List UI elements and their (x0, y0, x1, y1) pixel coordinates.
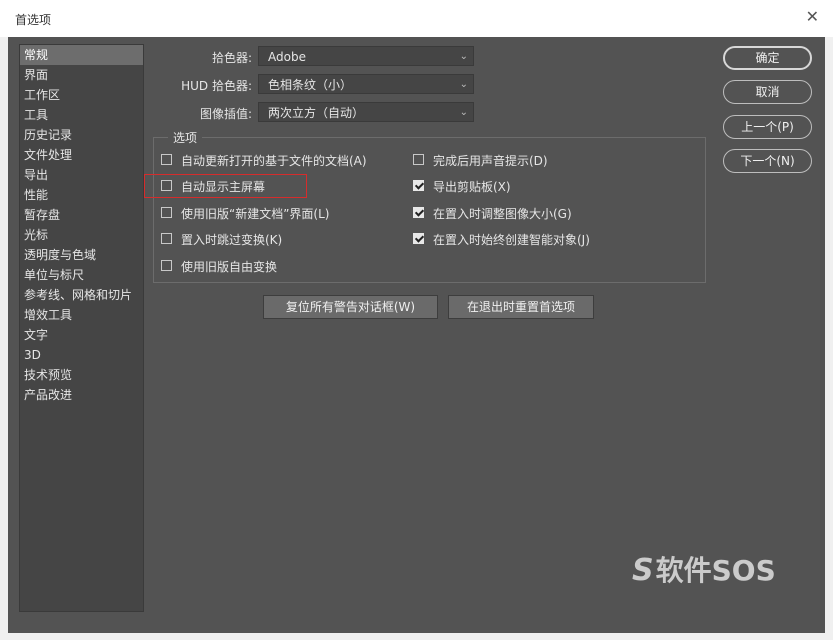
interpolation-value: 两次立方（自动） (268, 106, 365, 120)
chevron-down-icon: ⌄ (459, 51, 468, 62)
chevron-down-icon: ⌄ (459, 107, 468, 118)
sidebar-item-technology-previews[interactable]: 技术预览 (20, 365, 143, 385)
checkbox-checked[interactable] (413, 207, 424, 218)
sidebar-item-units-rulers[interactable]: 单位与标尺 (20, 265, 143, 285)
checkbox[interactable] (413, 154, 424, 165)
interpolation-select[interactable]: 两次立方（自动） ⌄ (258, 102, 474, 122)
sidebar-item-performance[interactable]: 性能 (20, 185, 143, 205)
sidebar-item-transparency-gamut[interactable]: 透明度与色域 (20, 245, 143, 265)
checkbox[interactable] (161, 207, 172, 218)
option-label: 自动显示主屏幕 (181, 180, 266, 194)
color-picker-select[interactable]: Adobe ⌄ (258, 46, 474, 66)
checkbox[interactable] (161, 180, 172, 191)
option-label: 自动更新打开的基于文件的文档(A) (181, 154, 367, 168)
checkbox-checked[interactable] (413, 233, 424, 244)
option-label: 在置入时调整图像大小(G) (433, 207, 572, 221)
sidebar-item-workspace[interactable]: 工作区 (20, 85, 143, 105)
next-button[interactable]: 下一个(N) (723, 149, 812, 173)
window-border-left (0, 37, 8, 640)
color-picker-value: Adobe (268, 50, 306, 64)
prev-button[interactable]: 上一个(P) (723, 115, 812, 139)
watermark-text: 软件SOS (655, 554, 776, 587)
sidebar-item-tools[interactable]: 工具 (20, 105, 143, 125)
color-picker-label: 拾色器: (211, 51, 252, 65)
sidebar-item-type[interactable]: 文字 (20, 325, 143, 345)
sidebar-item-history[interactable]: 历史记录 (20, 125, 143, 145)
cancel-button[interactable]: 取消 (723, 80, 812, 104)
reset-warnings-button[interactable]: 复位所有警告对话框(W) (263, 295, 438, 319)
preferences-panel: 常规 界面 工作区 工具 历史记录 文件处理 导出 性能 暂存盘 光标 透明度与… (8, 37, 825, 633)
sidebar-item-cursors[interactable]: 光标 (20, 225, 143, 245)
option-label: 使用旧版“新建文档”界面(L) (181, 207, 330, 221)
watermark-logo-icon: S (632, 553, 654, 588)
sidebar-item-product-improvement[interactable]: 产品改进 (20, 385, 143, 405)
checkbox-checked[interactable] (413, 180, 424, 191)
close-icon[interactable]: ✕ (806, 8, 819, 26)
sidebar-item-general[interactable]: 常规 (20, 45, 143, 65)
hud-picker-label: HUD 拾色器: (181, 79, 252, 93)
sidebar-item-3d[interactable]: 3D (20, 345, 143, 365)
sidebar-item-guides-grid-slices[interactable]: 参考线、网格和切片 (20, 285, 143, 305)
option-label: 完成后用声音提示(D) (433, 154, 548, 168)
watermark: S软件SOS (632, 549, 776, 589)
reset-on-quit-button[interactable]: 在退出时重置首选项 (448, 295, 594, 319)
chevron-down-icon: ⌄ (459, 79, 468, 90)
window-border-bottom (0, 633, 833, 640)
option-label: 在置入时始终创建智能对象(J) (433, 233, 590, 247)
option-label: 使用旧版自由变换 (181, 260, 278, 274)
ok-button[interactable]: 确定 (723, 46, 812, 70)
title-bar: 首选项 ✕ (0, 0, 833, 38)
window-title: 首选项 (15, 13, 52, 27)
category-list[interactable]: 常规 界面 工作区 工具 历史记录 文件处理 导出 性能 暂存盘 光标 透明度与… (19, 44, 144, 612)
checkbox[interactable] (161, 233, 172, 244)
hud-picker-value: 色相条纹（小） (268, 78, 353, 92)
option-label: 置入时跳过变换(K) (181, 233, 283, 247)
sidebar-item-scratch-disks[interactable]: 暂存盘 (20, 205, 143, 225)
checkbox[interactable] (161, 154, 172, 165)
sidebar-item-file-handling[interactable]: 文件处理 (20, 145, 143, 165)
sidebar-item-export[interactable]: 导出 (20, 165, 143, 185)
window-border-right (825, 37, 833, 640)
hud-picker-select[interactable]: 色相条纹（小） ⌄ (258, 74, 474, 94)
sidebar-item-plugins[interactable]: 增效工具 (20, 305, 143, 325)
option-label: 导出剪贴板(X) (433, 180, 511, 194)
interpolation-label: 图像插值: (199, 107, 252, 121)
checkbox[interactable] (161, 260, 172, 271)
options-legend: 选项 (168, 129, 203, 146)
sidebar-item-interface[interactable]: 界面 (20, 65, 143, 85)
